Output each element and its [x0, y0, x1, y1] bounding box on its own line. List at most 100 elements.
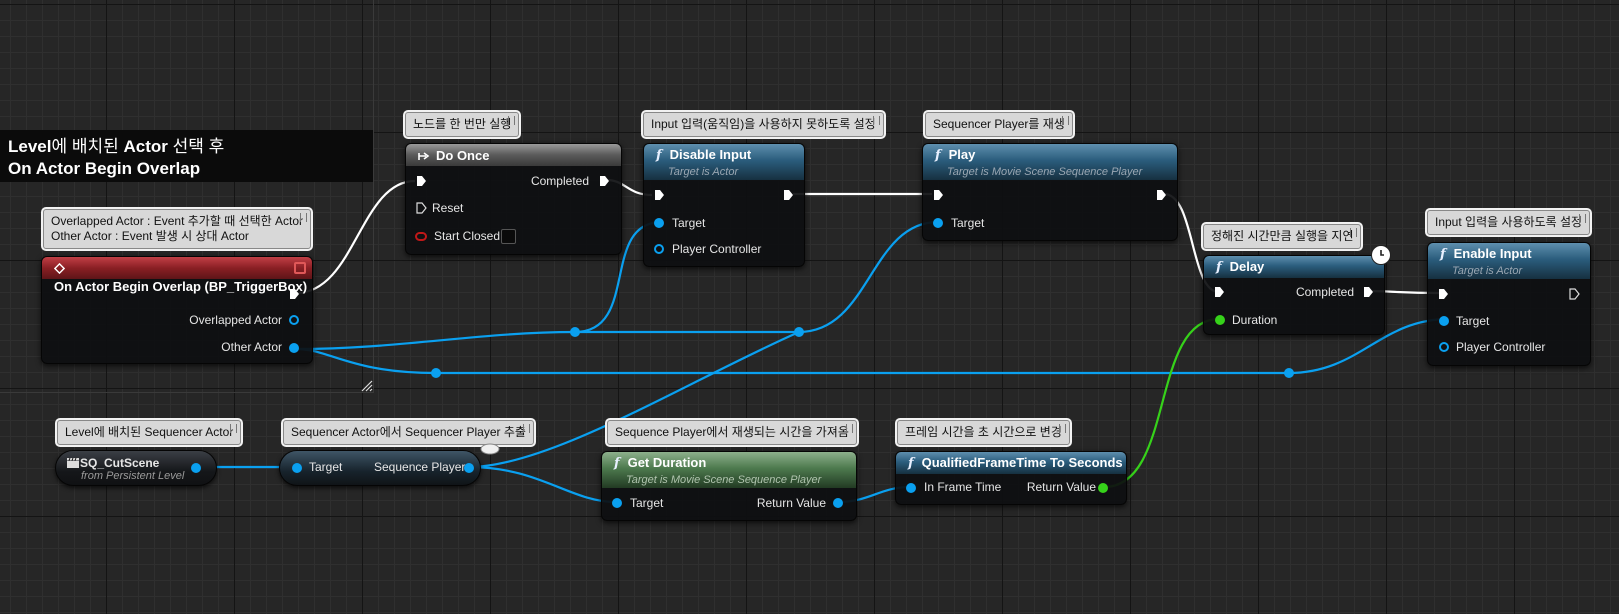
get-duration-node[interactable]: f Get Duration Target is Movie Scene Sequ… — [601, 451, 857, 521]
exec-out-pin[interactable] — [783, 189, 794, 201]
exec-out-pin[interactable] — [289, 288, 300, 300]
resize-handle-icon[interactable] — [361, 380, 373, 392]
struct-pin[interactable] — [906, 483, 916, 493]
comment-title[interactable]: Level에 배치된 Actor 선택 후 On Actor Begin Ove… — [0, 130, 373, 182]
object-pin[interactable] — [464, 463, 474, 473]
node-header[interactable]: f Enable Input Target is Actor — [1428, 243, 1590, 279]
exec-in-pin[interactable] — [1438, 288, 1449, 300]
object-wire — [468, 465, 617, 504]
delegate-pin-icon[interactable] — [294, 262, 306, 274]
pin-label-start-closed: Start Closed — [434, 229, 501, 243]
comment-text: Actor — [123, 137, 168, 156]
node-header[interactable]: f Play Target is Movie Scene Sequence Pla… — [923, 144, 1177, 180]
comment-bubble-sq-actor: Level에 배치된 Sequencer Actor — [57, 420, 242, 445]
node-subtitle: Target is Movie Scene Sequence Player — [626, 474, 822, 486]
bool-pin[interactable] — [415, 232, 427, 241]
bubble-text: 노드를 한 번만 실행 — [413, 117, 512, 131]
pin-label-player-controller: Player Controller — [672, 242, 762, 256]
pin-label-overlapped-actor: Overlapped Actor — [189, 313, 282, 327]
node-title: On Actor Begin Overlap (BP_TriggerBox) — [54, 279, 308, 294]
node-header[interactable]: f Delay — [1204, 256, 1384, 278]
exec-in-pin[interactable] — [654, 189, 665, 201]
f-icon: f — [1440, 247, 1446, 262]
float-pin[interactable] — [1215, 315, 1225, 325]
f-icon: f — [1216, 260, 1222, 275]
comment-bubble-get-duration: Sequence Player에서 재생되는 시간을 가져옴 — [607, 420, 857, 445]
node-subtitle: Target is Movie Scene Sequence Player — [947, 166, 1143, 178]
pin-label-target: Target — [1456, 314, 1490, 328]
bubble-text: 정해진 시간만큼 실행을 지연 — [1211, 229, 1354, 243]
object-pin[interactable] — [612, 498, 622, 508]
object-pin[interactable] — [1439, 342, 1449, 352]
exec-out-pin[interactable] — [1156, 189, 1167, 201]
comment-bubble-overlap: Overlapped Actor : Event 추가할 때 선택한 Actor… — [43, 209, 312, 249]
node-header[interactable]: On Actor Begin Overlap (BP_TriggerBox) — [42, 257, 312, 294]
reroute-knot[interactable] — [1284, 368, 1294, 378]
pin-label-completed: Completed — [1295, 285, 1354, 299]
comment-bubble-disable-input: Input 입력(움직임)을 사용하지 못하도록 설정 — [643, 112, 884, 137]
object-pin[interactable] — [289, 343, 299, 353]
object-pin[interactable] — [654, 218, 664, 228]
bubble-text: Input 입력(움직임)을 사용하지 못하도록 설정 — [651, 117, 876, 131]
struct-pin[interactable] — [833, 498, 843, 508]
pin-label-in-frame-time: In Frame Time — [924, 480, 1002, 494]
frame-time-to-seconds-node[interactable]: f QualifiedFrameTime To Seconds In Frame … — [895, 451, 1127, 505]
object-pin[interactable] — [191, 463, 201, 473]
enable-input-node[interactable]: f Enable Input Target is Actor Target Pla… — [1427, 242, 1591, 366]
bubble-text: Overlapped Actor : Event 추가할 때 선택한 Actor — [51, 214, 304, 228]
reroute-knot[interactable] — [570, 327, 580, 337]
pin-label-return-value: Return Value — [756, 496, 826, 510]
exec-out-pin[interactable] — [599, 175, 610, 187]
sq-cutscene-reference-node[interactable]: SQ_CutScene from Persistent Level — [55, 450, 217, 486]
comment-bubble-delay: 정해진 시간만큼 실행을 지연 — [1203, 224, 1362, 249]
node-header[interactable]: f QualifiedFrameTime To Seconds — [896, 452, 1126, 474]
node-title: Get Duration — [627, 455, 707, 470]
node-title: Play — [948, 147, 976, 162]
node-header[interactable]: f Disable Input Target is Actor — [644, 144, 804, 180]
node-title: SQ_CutScene — [80, 456, 160, 470]
comment-text: On Actor Begin Overlap — [8, 159, 201, 178]
object-wire — [468, 330, 800, 469]
object-pin[interactable] — [1439, 316, 1449, 326]
exec-out-pin[interactable] — [1363, 286, 1374, 298]
node-title: Disable Input — [669, 147, 752, 162]
object-pin[interactable] — [654, 244, 664, 254]
node-header[interactable]: f Get Duration Target is Movie Scene Sequ… — [602, 452, 856, 488]
comment-text: 에 배치된 — [51, 137, 124, 156]
object-pin[interactable] — [289, 315, 299, 325]
get-sequence-player-node[interactable]: Target Sequence Player — [279, 450, 481, 486]
clapperboard-icon — [67, 457, 79, 468]
disable-input-node[interactable]: f Disable Input Target is Actor Target Pl… — [643, 143, 805, 267]
node-header[interactable]: Do Once — [406, 144, 621, 166]
pin-label-other-actor: Other Actor — [221, 340, 282, 354]
node-title: Delay — [1229, 259, 1265, 274]
exec-in-pin[interactable] — [933, 189, 944, 201]
bubble-text: Sequencer Actor에서 Sequencer Player 추출 — [291, 425, 526, 439]
do-once-node[interactable]: Do Once Completed Reset Start Closed — [405, 143, 622, 255]
reroute-knot[interactable] — [431, 368, 441, 378]
float-pin[interactable] — [1098, 483, 1108, 493]
exec-in-pin[interactable] — [1214, 286, 1225, 298]
event-node-begin-overlap[interactable]: On Actor Begin Overlap (BP_TriggerBox) O… — [41, 256, 313, 364]
f-icon: f — [614, 456, 620, 471]
node-subtitle: Target is Actor — [1452, 265, 1523, 277]
bubble-text: Sequence Player에서 재생되는 시간을 가져옴 — [615, 425, 849, 439]
comment-bubble-play: Sequencer Player를 재생 — [925, 112, 1073, 137]
pin-label-completed: Completed — [530, 174, 589, 188]
exec-out-pin[interactable] — [1569, 288, 1580, 300]
exec-in-pin[interactable] — [416, 175, 427, 187]
start-closed-checkbox[interactable] — [501, 229, 516, 244]
comment-text: Level — [8, 137, 52, 156]
comment-bubble-enable-input: Input 입력을 사용하도록 설정 — [1427, 210, 1591, 235]
delay-node[interactable]: f Delay Completed Duration — [1203, 255, 1385, 335]
play-node[interactable]: f Play Target is Movie Scene Sequence Pla… — [922, 143, 1178, 241]
exec-in-pin[interactable] — [416, 202, 427, 214]
bubble-text: Input 입력을 사용하도록 설정 — [1435, 215, 1583, 229]
object-pin[interactable] — [933, 218, 943, 228]
bubble-text: Sequencer Player를 재생 — [933, 117, 1065, 131]
exec-wire — [295, 179, 416, 295]
node-subtitle: from Persistent Level — [81, 470, 185, 482]
reroute-knot[interactable] — [794, 327, 804, 337]
object-pin[interactable] — [292, 463, 302, 473]
cloud-icon — [480, 443, 500, 455]
